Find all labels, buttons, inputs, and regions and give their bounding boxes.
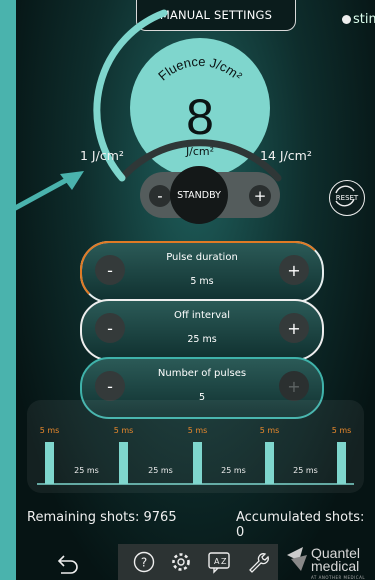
fluence-decrease-button[interactable]: - (149, 185, 171, 207)
gear-icon[interactable] (168, 549, 194, 575)
fluence-max-label: 14 J/cm² (260, 148, 312, 163)
pulse-duration-increase-button[interactable]: + (279, 255, 309, 285)
remaining-shots: Remaining shots: 9765 (27, 510, 177, 525)
quantel-logo-mark-icon (287, 547, 307, 571)
wrench-icon[interactable] (244, 549, 270, 575)
fluence-unit: J/cm² (185, 145, 215, 158)
fluence-increase-button[interactable]: + (249, 185, 271, 207)
off-interval-tick-label: 25 ms (293, 466, 318, 475)
accumulated-shots: Accumulated shots: 0 (236, 510, 365, 540)
pulse-duration-tick-label: 5 ms (332, 426, 352, 435)
pulse-duration-tick-label: 5 ms (114, 426, 134, 435)
screen: MANUAL SETTINGS stim Fluence J/cm² 8 J/c… (0, 0, 375, 580)
pulse-bar (45, 442, 54, 484)
reset-arrows-icon (335, 185, 355, 207)
svg-text:?: ? (141, 556, 147, 570)
off-interval-control: Off interval 25 ms - + (80, 299, 324, 361)
off-interval-tick-label: 25 ms (148, 466, 173, 475)
pulse-duration-tick-label: 5 ms (188, 426, 208, 435)
svg-text:Z: Z (221, 557, 227, 566)
quantel-medical-logo: Quantel medical AT ANOTHER MEDICAL (285, 545, 365, 580)
help-icon[interactable]: ? (132, 550, 156, 574)
back-icon[interactable] (54, 552, 82, 576)
off-interval-increase-button[interactable]: + (279, 313, 309, 343)
reset-button[interactable]: RESET (329, 180, 365, 216)
off-interval-tick-label: 25 ms (221, 466, 246, 475)
standby-button[interactable]: STANDBY (170, 166, 228, 224)
pulse-duration-decrease-button[interactable]: - (95, 255, 125, 285)
toolbar: ? AZ (118, 544, 278, 580)
pulse-duration-tick-label: 5 ms (260, 426, 280, 435)
pulse-timeline-graph: 5 ms 5 ms 5 ms 5 ms 5 ms 25 ms 25 ms 25 ms 25 m… (37, 426, 354, 485)
pulse-duration-tick-label: 5 ms (40, 426, 60, 435)
fluence-value: 8 (186, 89, 214, 145)
pulse-bar (119, 442, 128, 484)
svg-text:A: A (214, 557, 220, 566)
pulse-duration-control: Pulse duration 5 ms - + (80, 241, 324, 303)
pointer-arrow-icon (5, 171, 84, 215)
number-of-pulses-increase-button[interactable]: + (279, 371, 309, 401)
off-interval-tick-label: 25 ms (74, 466, 99, 475)
pulse-bar (193, 442, 202, 484)
language-icon[interactable]: AZ (206, 549, 232, 575)
pulse-bar (265, 442, 274, 484)
pulse-bar (337, 442, 346, 484)
pulse-timeline: 5 ms 5 ms 5 ms 5 ms 5 ms 25 ms 25 ms 25 ms 25 m… (27, 400, 364, 493)
number-of-pulses-decrease-button[interactable]: - (95, 371, 125, 401)
off-interval-decrease-button[interactable]: - (95, 313, 125, 343)
